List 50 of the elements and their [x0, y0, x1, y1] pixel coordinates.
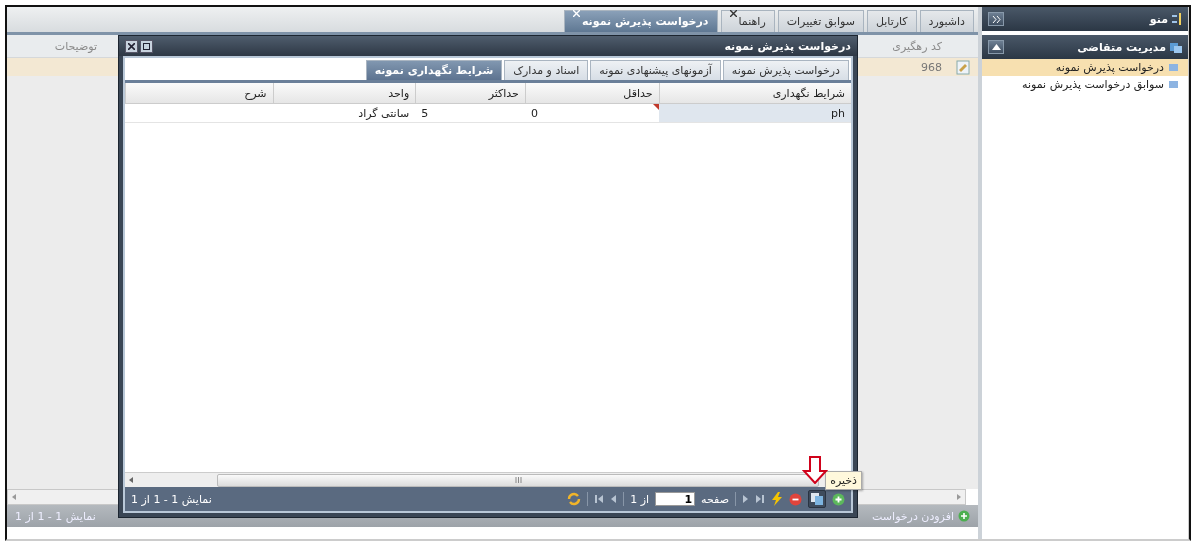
table-cell[interactable]: سانتی گراد: [272, 104, 416, 122]
table-cell[interactable]: 0: [524, 104, 659, 122]
table-cell[interactable]: 5: [415, 104, 525, 122]
tab[interactable]: درخواست پذیرش نمونه: [722, 60, 849, 80]
tab[interactable]: درخواست پذیرش نمونه: [563, 10, 718, 32]
table-cell-text: 968: [920, 60, 943, 74]
tab[interactable]: سوابق تغییرات: [777, 10, 864, 32]
add-button[interactable]: [832, 492, 845, 506]
next-page-button[interactable]: [742, 494, 749, 504]
tab[interactable]: داشبورد: [919, 10, 974, 32]
refresh-button[interactable]: [567, 492, 582, 506]
paging-summary: نمایش 1 - 1 از 1: [131, 492, 212, 506]
folder-icon: [1170, 41, 1182, 53]
column-header[interactable]: حداکثر: [415, 83, 525, 103]
save-button[interactable]: [808, 490, 826, 508]
tab[interactable]: راهنما: [720, 10, 775, 32]
table-cell[interactable]: ph: [658, 104, 851, 122]
triangle-up-icon[interactable]: [991, 44, 1001, 50]
tab[interactable]: آزمونهای پیشنهادی نمونه: [590, 60, 721, 80]
delete-button[interactable]: [789, 492, 802, 506]
list-item-icon: [1169, 64, 1178, 71]
grip-icon: [514, 477, 522, 483]
collapse-button[interactable]: [988, 40, 1004, 54]
last-page-button[interactable]: [755, 494, 765, 504]
add-icon[interactable]: [958, 510, 970, 522]
tab[interactable]: اسناد و مدارک: [504, 60, 589, 80]
list-item-icon: [1169, 81, 1178, 88]
page-number-field[interactable]: 1: [655, 492, 696, 506]
tooltip: ذخیره: [825, 471, 862, 490]
sidebar-item[interactable]: سوابق درخواست پذیرش نمونه: [982, 76, 1188, 93]
page-count-label: از 1: [630, 492, 650, 506]
dialog-title: درخواست پذیرش نمونه: [724, 39, 851, 53]
page-label: صفحه: [701, 492, 729, 506]
column-header[interactable]: حداقل: [524, 83, 659, 103]
sidebar-item[interactable]: درخواست پذیرش نمونه: [982, 59, 1188, 76]
paging-summary: نمایش 1 - 1 از 1: [15, 509, 96, 523]
sidebar-title: منو: [1149, 12, 1168, 26]
column-header[interactable]: شرایط نگهداری: [658, 83, 851, 103]
column-header[interactable]: واحد: [272, 83, 416, 103]
lightning-button[interactable]: [771, 492, 783, 506]
menu-icon: [1172, 13, 1182, 25]
tab[interactable]: کارتابل: [866, 10, 917, 32]
close-icon[interactable]: [729, 10, 737, 17]
previous-page-button[interactable]: [610, 494, 618, 504]
column-header[interactable]: شرح: [125, 83, 273, 103]
scroll-left-icon[interactable]: [129, 477, 133, 483]
tab[interactable]: شرایط نگهداری نمونه: [365, 60, 503, 80]
scrollbar-thumb[interactable]: [217, 473, 819, 487]
arrow-down-icon: [802, 456, 828, 484]
first-page-button[interactable]: [594, 494, 605, 504]
